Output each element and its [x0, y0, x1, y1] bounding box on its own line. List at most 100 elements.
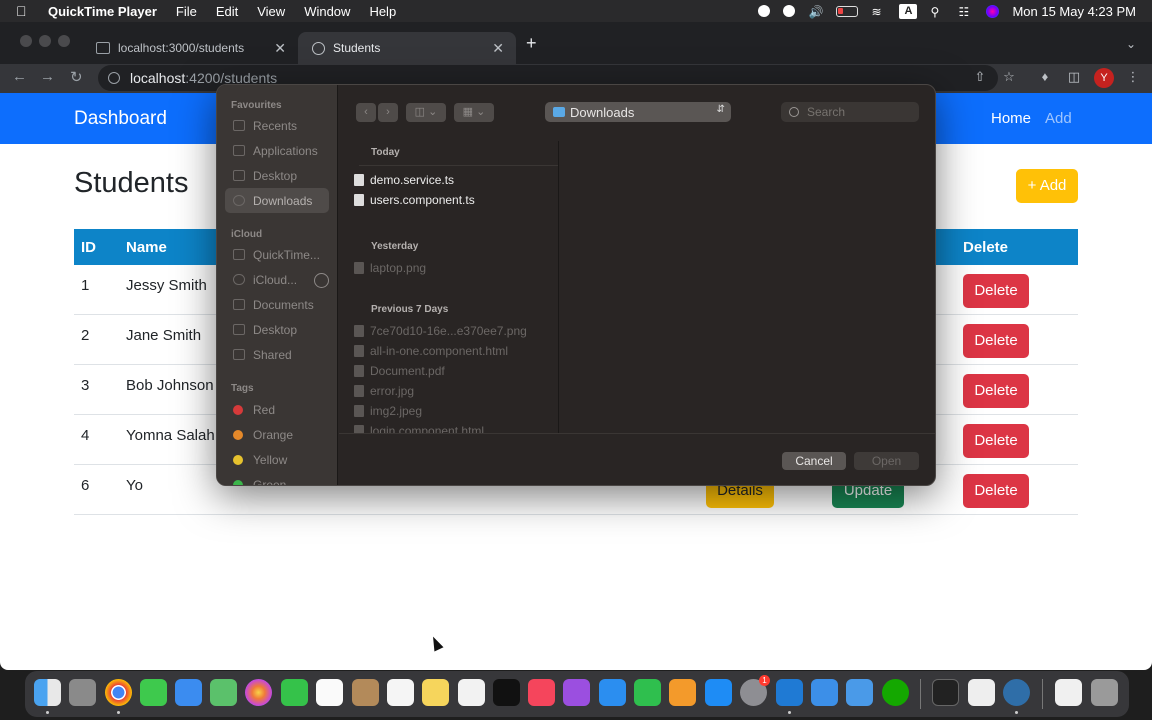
sidebar-item-downloads[interactable]: Downloads — [225, 188, 329, 213]
column-view-icon[interactable]: ◫ ⌄ — [406, 103, 446, 122]
photos-icon[interactable] — [245, 679, 272, 706]
window-close-icon[interactable] — [20, 35, 32, 47]
cancel-button[interactable]: Cancel — [782, 452, 846, 470]
keynote-icon[interactable] — [599, 679, 626, 706]
menu-app-name[interactable]: QuickTime Player — [48, 4, 157, 19]
music-icon[interactable] — [528, 679, 555, 706]
browser-menu-icon[interactable]: ⋮ — [1126, 70, 1140, 84]
system-settings-icon[interactable]: 1 — [740, 675, 770, 706]
calendar-icon[interactable] — [316, 679, 343, 706]
sidebar-tag-orange[interactable]: Orange — [225, 422, 329, 447]
profile-avatar[interactable]: Y — [1094, 68, 1114, 88]
navbar-brand[interactable]: Dashboard — [74, 108, 167, 130]
record-icon[interactable] — [758, 5, 771, 17]
pages-icon[interactable] — [669, 679, 696, 706]
launchpad-icon[interactable] — [69, 679, 96, 706]
menu-window[interactable]: Window — [304, 4, 350, 19]
back-chevron-icon[interactable]: ‹ — [356, 103, 376, 122]
open-button[interactable]: Open — [854, 452, 919, 470]
chrome-icon[interactable] — [105, 679, 132, 706]
search-icon — [789, 107, 799, 117]
notes-icon[interactable] — [422, 679, 449, 706]
finder-icon[interactable] — [34, 679, 61, 706]
menu-view[interactable]: View — [257, 4, 285, 19]
sidebar-tag-yellow[interactable]: Yellow — [225, 447, 329, 472]
site-info-icon[interactable] — [108, 72, 120, 84]
keyboard-input-icon[interactable]: A — [899, 3, 918, 19]
forward-arrow-icon[interactable]: → — [40, 68, 55, 85]
sidebar-item-icloud-desktop[interactable]: Desktop — [225, 317, 329, 342]
upwork-icon[interactable] — [882, 679, 909, 706]
forward-chevron-icon[interactable]: › — [378, 103, 398, 122]
reminders-icon[interactable] — [387, 679, 414, 706]
delete-button[interactable]: Delete — [963, 474, 1029, 508]
dialog-search-field[interactable]: Search — [781, 102, 919, 122]
tab-close-icon[interactable]: ✕ — [492, 40, 504, 57]
column-divider[interactable] — [558, 141, 559, 433]
messages-icon[interactable] — [140, 679, 167, 706]
battery-icon[interactable] — [836, 5, 859, 17]
menu-edit[interactable]: Edit — [216, 4, 238, 19]
freeform-icon[interactable] — [458, 679, 485, 706]
textedit-icon[interactable] — [968, 679, 995, 706]
delete-button[interactable]: Delete — [963, 424, 1029, 458]
new-tab-icon[interactable]: + — [526, 33, 537, 54]
maps-icon[interactable] — [210, 679, 237, 706]
back-arrow-icon[interactable]: ← — [12, 68, 27, 85]
menu-help[interactable]: Help — [369, 4, 396, 19]
terminal-icon[interactable] — [932, 679, 959, 706]
tab-search-chevron-icon[interactable]: ⌄ — [1126, 37, 1136, 51]
xcode-icon[interactable] — [811, 679, 838, 706]
apple-menu-icon[interactable]:  — [16, 3, 38, 19]
add-student-button[interactable]: + Add — [1016, 169, 1078, 203]
delete-button[interactable]: Delete — [963, 274, 1029, 308]
delete-button[interactable]: Delete — [963, 324, 1029, 358]
sidebar-item-applications[interactable]: Applications — [225, 138, 329, 163]
side-panel-icon[interactable]: ◫ — [1067, 70, 1081, 84]
numbers-icon[interactable] — [634, 679, 661, 706]
vscode-icon[interactable] — [776, 679, 803, 706]
mail-icon[interactable] — [175, 679, 202, 706]
trash-icon[interactable] — [1091, 679, 1118, 706]
control-center-icon[interactable]: ☷ — [958, 5, 973, 19]
mute-icon[interactable] — [783, 5, 796, 17]
sidebar-item-documents[interactable]: Documents — [225, 292, 329, 317]
sidebar-item-shared[interactable]: Shared — [225, 342, 329, 367]
window-zoom-icon[interactable] — [58, 35, 70, 47]
volume-icon[interactable]: 🔊 — [808, 5, 823, 19]
tab-close-icon[interactable]: ✕ — [274, 40, 286, 57]
facetime-icon[interactable] — [281, 679, 308, 706]
wifi-icon[interactable]: ≋ — [871, 5, 886, 19]
nav-home-link[interactable]: Home — [991, 110, 1031, 127]
app-store-icon[interactable] — [705, 679, 732, 706]
window-minimize-icon[interactable] — [39, 35, 51, 47]
tab-students[interactable]: Students ✕ — [298, 32, 516, 64]
nav-add-link[interactable]: Add — [1045, 110, 1072, 127]
sidebar-item-icloud-drive[interactable]: iCloud... — [225, 267, 329, 292]
extensions-icon[interactable]: ♦ — [1038, 70, 1052, 84]
file-item[interactable]: users.component.ts — [354, 193, 475, 207]
location-popup[interactable]: Downloads ⇵ — [545, 102, 731, 122]
spotlight-icon[interactable]: ⚲ — [930, 5, 945, 19]
simulator-icon[interactable] — [846, 679, 873, 706]
tab-localhost-3000[interactable]: localhost:3000/students ✕ — [82, 32, 298, 64]
contacts-icon[interactable] — [352, 679, 379, 706]
file-item[interactable]: demo.service.ts — [354, 173, 454, 187]
menu-file[interactable]: File — [176, 4, 197, 19]
sidebar-tag-red[interactable]: Red — [225, 397, 329, 422]
share-icon[interactable]: ⇧ — [973, 70, 987, 84]
sidebar-item-recents[interactable]: Recents — [225, 113, 329, 138]
menubar-clock[interactable]: Mon 15 May 4:23 PM — [1012, 4, 1136, 19]
sidebar-item-desktop[interactable]: Desktop — [225, 163, 329, 188]
sidebar-item-quicktime[interactable]: QuickTime... — [225, 242, 329, 267]
delete-button[interactable]: Delete — [963, 374, 1029, 408]
apple-tv-icon[interactable] — [493, 679, 520, 706]
quicktime-icon[interactable] — [1003, 679, 1030, 706]
ts-file-icon[interactable] — [1055, 679, 1082, 706]
grid-view-icon[interactable]: ▦ ⌄ — [454, 103, 494, 122]
siri-icon[interactable] — [986, 4, 1000, 18]
sidebar-tag-green[interactable]: Green — [225, 472, 329, 485]
reload-icon[interactable]: ↻ — [70, 68, 83, 86]
bookmark-star-icon[interactable]: ☆ — [1002, 70, 1016, 84]
podcasts-icon[interactable] — [563, 679, 590, 706]
